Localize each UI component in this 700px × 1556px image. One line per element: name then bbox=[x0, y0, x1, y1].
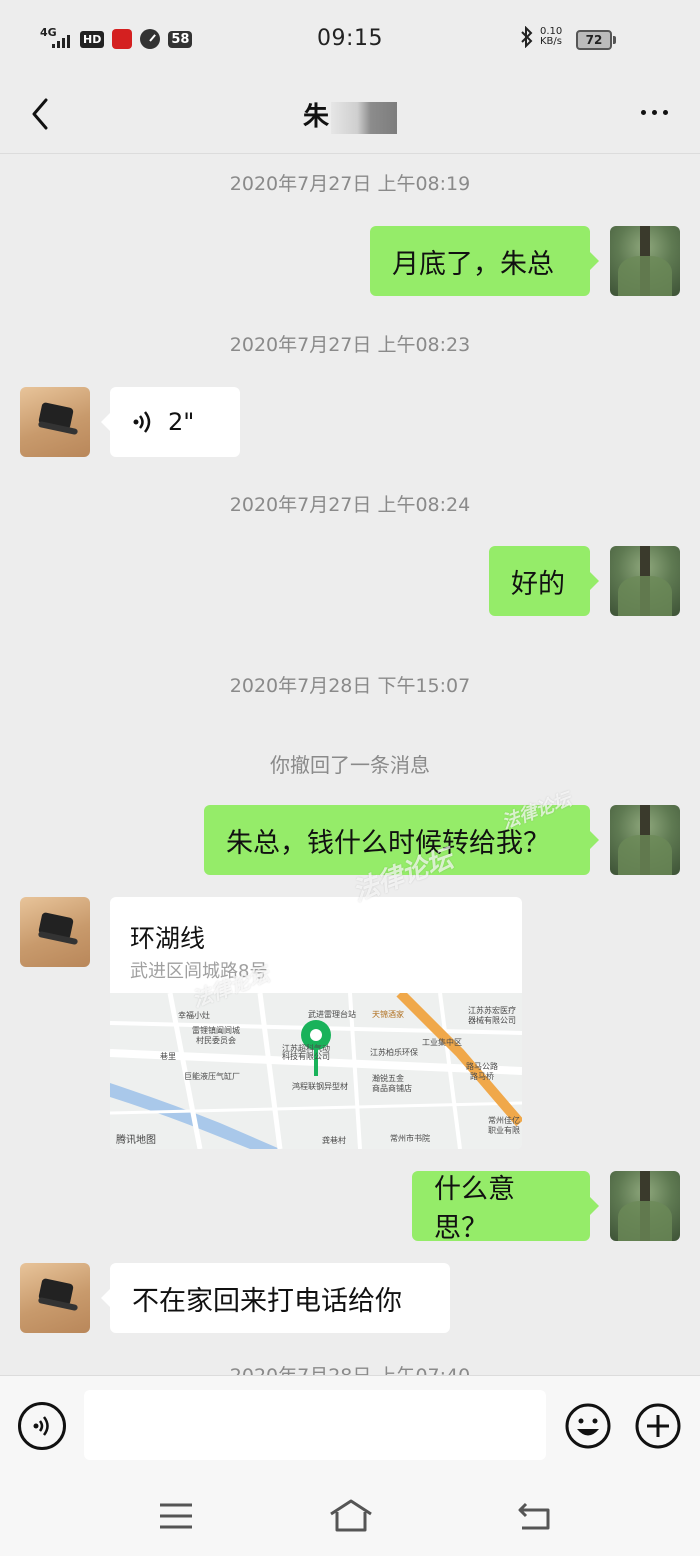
my-avatar[interactable] bbox=[610, 1171, 680, 1241]
timestamp: 2020年7月28日 上午07:40 bbox=[0, 1361, 700, 1375]
message-bubble-sent[interactable]: 好的 bbox=[489, 546, 599, 616]
input-bar bbox=[0, 1375, 700, 1476]
contact-avatar[interactable] bbox=[20, 1263, 90, 1333]
smiley-icon bbox=[565, 1403, 611, 1449]
battery-icon: 72 bbox=[576, 30, 616, 50]
map-label: 幸福小灶 bbox=[178, 1010, 210, 1020]
message-bubble-sent[interactable]: 月底了，朱总 bbox=[370, 226, 599, 296]
system-nav-bar bbox=[0, 1476, 700, 1556]
more-functions-button[interactable] bbox=[634, 1402, 682, 1450]
message-input[interactable] bbox=[84, 1390, 546, 1460]
return-icon bbox=[518, 1502, 550, 1530]
my-avatar[interactable] bbox=[610, 546, 680, 616]
home-button[interactable] bbox=[328, 1496, 374, 1536]
menu-icon bbox=[160, 1503, 192, 1529]
voice-icon bbox=[33, 1416, 49, 1436]
status-bar: 4G HD 58 09:15 0.10 KB/s 72 bbox=[0, 0, 700, 80]
svg-text:鸿程联钢异型材: 鸿程联钢异型材 bbox=[292, 1081, 348, 1091]
svg-text:路马桥: 路马桥 bbox=[470, 1071, 494, 1081]
svg-text:村民委员会: 村民委员会 bbox=[196, 1035, 236, 1045]
voice-wave-icon bbox=[133, 411, 151, 433]
svg-text:江苏苏宏医疗: 江苏苏宏医疗 bbox=[468, 1005, 516, 1015]
svg-text:常州佳亿: 常州佳亿 bbox=[488, 1115, 520, 1125]
timestamp: 2020年7月28日 下午15:07 bbox=[229, 675, 471, 697]
svg-text:江苏柏乐环保: 江苏柏乐环保 bbox=[370, 1047, 418, 1057]
emoji-button[interactable] bbox=[564, 1402, 612, 1450]
svg-text:巨能液压气缸厂: 巨能液压气缸厂 bbox=[184, 1071, 240, 1081]
svg-text:科技有限公司: 科技有限公司 bbox=[282, 1051, 330, 1061]
svg-text:巷里: 巷里 bbox=[160, 1052, 176, 1061]
back-nav-button[interactable] bbox=[514, 1496, 554, 1536]
timestamp: 2020年7月27日 上午08:19 bbox=[229, 173, 471, 195]
svg-text:瀚锐五金: 瀚锐五金 bbox=[372, 1073, 404, 1083]
network-speed: 0.10 KB/s bbox=[540, 26, 563, 47]
map-credit: 腾讯地图 bbox=[116, 1135, 156, 1146]
location-name: 环湖线 bbox=[130, 924, 206, 953]
chat-title: 朱 bbox=[0, 96, 700, 134]
home-icon bbox=[330, 1499, 372, 1532]
svg-text:龚巷村: 龚巷村 bbox=[322, 1135, 346, 1145]
battery-level: 72 bbox=[585, 33, 603, 47]
message-bubble-sent[interactable]: 什么意思？ bbox=[412, 1171, 599, 1244]
svg-text:工业集中区: 工业集中区 bbox=[422, 1037, 462, 1047]
voice-duration: 2" bbox=[168, 408, 195, 436]
voice-message-bubble[interactable]: 2" bbox=[101, 387, 240, 457]
contact-avatar[interactable] bbox=[20, 897, 90, 967]
map-graphic: 幸福小灶 雷锂镇阖闾城 村民委员会 武进雷理台站 天锦酒家 江苏苏宏医疗 器械有… bbox=[110, 989, 522, 1149]
my-avatar[interactable] bbox=[610, 805, 680, 875]
svg-text:职业有限: 职业有限 bbox=[488, 1125, 520, 1135]
message-text: 月底了，朱总 bbox=[392, 248, 554, 280]
contact-avatar[interactable] bbox=[20, 387, 90, 457]
more-options-button[interactable] bbox=[641, 110, 668, 115]
recall-notice: 你撤回了一条消息 bbox=[270, 753, 430, 777]
location-map[interactable]: 幸福小灶 雷锂镇阖闾城 村民委员会 武进雷理台站 天锦酒家 江苏苏宏医疗 器械有… bbox=[110, 989, 522, 1149]
message-text: 什么意思？ bbox=[434, 1174, 515, 1244]
menu-button[interactable] bbox=[156, 1496, 196, 1536]
svg-text:常州市书院: 常州市书院 bbox=[390, 1133, 430, 1143]
svg-text:天锦酒家: 天锦酒家 bbox=[372, 1009, 404, 1019]
svg-text:路马公路: 路马公路 bbox=[466, 1061, 498, 1071]
svg-text:雷锂镇阖闾城: 雷锂镇阖闾城 bbox=[192, 1025, 240, 1035]
plus-icon bbox=[635, 1403, 681, 1449]
status-right: 0.10 KB/s bbox=[520, 26, 562, 48]
svg-text:器械有限公司: 器械有限公司 bbox=[468, 1015, 516, 1025]
timestamp: 2020年7月27日 上午08:24 bbox=[229, 494, 471, 516]
message-bubble-received[interactable]: 不在家回来打电话给你 bbox=[101, 1263, 450, 1333]
message-text: 不在家回来打电话给你 bbox=[132, 1285, 402, 1317]
location-card[interactable]: 环湖线 武进区闾城路8号 幸福小灶 雷锂镇阖闾城 村民委员会 武进雷理台站 天锦… bbox=[110, 897, 522, 1149]
my-avatar[interactable] bbox=[610, 226, 680, 296]
message-text: 好的 bbox=[511, 568, 565, 600]
voice-input-button[interactable] bbox=[18, 1402, 66, 1450]
bluetooth-icon bbox=[521, 26, 533, 48]
svg-text:武进雷理台站: 武进雷理台站 bbox=[308, 1009, 356, 1019]
contact-name: 朱 bbox=[302, 102, 329, 132]
chat-area[interactable]: 2020年7月27日 上午08:19 月底了，朱总 2020年7月27日 上午0… bbox=[0, 155, 700, 1375]
timestamp: 2020年7月27日 上午08:23 bbox=[229, 334, 471, 356]
chat-header: 朱 bbox=[0, 80, 700, 154]
svg-text:商品商铺店: 商品商铺店 bbox=[372, 1083, 412, 1093]
name-redaction bbox=[331, 101, 397, 134]
message-text: 朱总，钱什么时候转给我？ bbox=[226, 827, 550, 859]
